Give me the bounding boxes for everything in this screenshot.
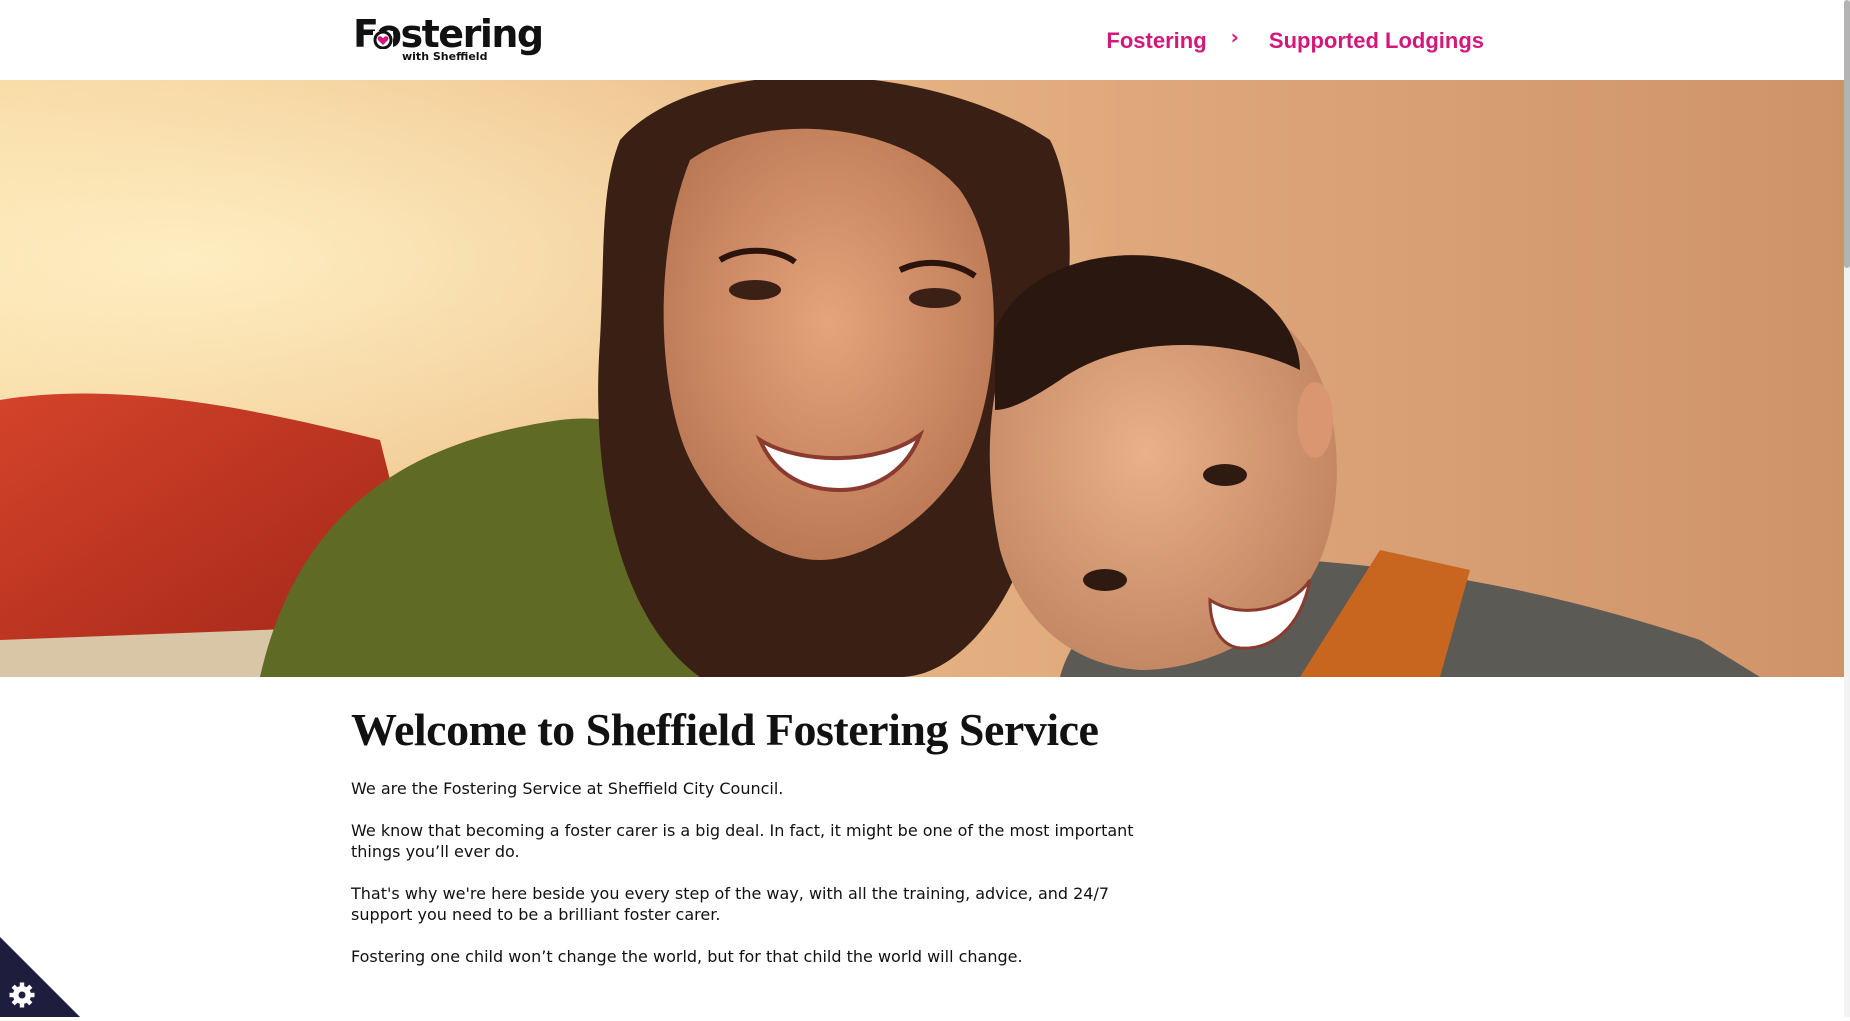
- heart-icon: [373, 31, 393, 49]
- logo-subtitle: with Sheffield: [402, 50, 488, 63]
- intro-paragraph: That's why we're here beside you every s…: [351, 884, 1110, 924]
- main-nav: Fostering › Supported Lodgings: [1106, 24, 1484, 58]
- intro-paragraph: Fostering one child won’t change the wor…: [351, 947, 1023, 966]
- main-content: Welcome to Sheffield Fostering Service W…: [351, 700, 1151, 988]
- page-title: Welcome to Sheffield Fostering Service: [351, 704, 1099, 755]
- cookie-settings-button[interactable]: [0, 937, 80, 1017]
- chevron-right-icon: ›: [1230, 25, 1239, 49]
- nav-item-fostering[interactable]: Fostering: [1106, 28, 1206, 54]
- page-scrollbar[interactable]: [1844, 0, 1850, 1017]
- intro-paragraph: We know that becoming a foster carer is …: [351, 821, 1134, 861]
- hero-image: [0, 80, 1850, 677]
- gear-icon: [0, 937, 80, 1017]
- scrollbar-thumb[interactable]: [1844, 0, 1850, 268]
- site-logo[interactable]: Fostering with Sheffield: [353, 14, 544, 64]
- site-header: Fostering with Sheffield Fostering › Sup…: [0, 0, 1850, 81]
- intro-paragraph: We are the Fostering Service at Sheffiel…: [351, 779, 784, 798]
- nav-item-supported-lodgings[interactable]: Supported Lodgings: [1269, 28, 1484, 54]
- hero-photo: [0, 80, 1850, 677]
